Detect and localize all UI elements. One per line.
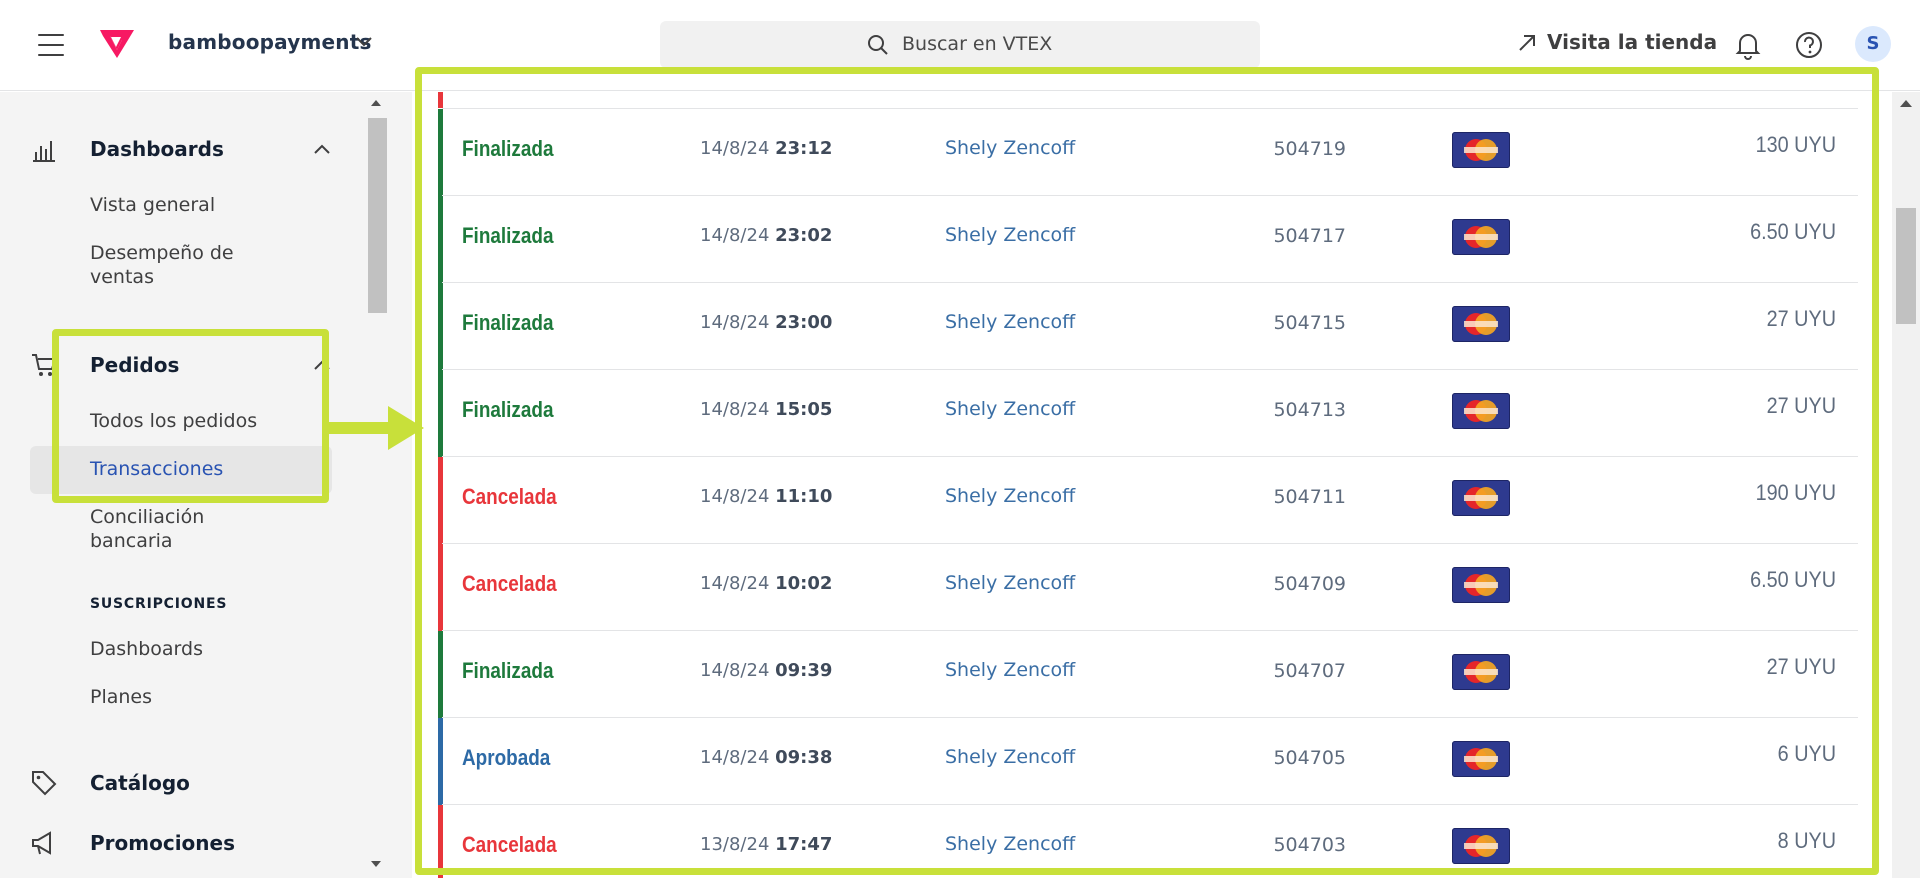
sidebar-item-desempeno[interactable]: Desempeño de [90,241,234,265]
sidebar-item-desempeno-line2[interactable]: ventas [90,265,154,289]
user-avatar[interactable]: S [1855,26,1891,62]
external-link-arrow-icon [1519,35,1535,51]
chevron-up-icon[interactable] [312,142,332,156]
annotation-arrow-icon [326,406,424,450]
sidebar-item-planes[interactable]: Planes [90,685,152,709]
sidebar-scrollbar-thumb[interactable] [368,118,387,313]
main-scrollbar-thumb[interactable] [1896,208,1916,324]
sidebar-section-catalogo[interactable]: Catálogo [90,771,190,795]
sidebar-item-conciliacion-line2[interactable]: bancaria [90,529,173,553]
sidebar-section-dashboards[interactable]: Dashboards [90,137,224,161]
highlight-box-table [415,67,1879,875]
vtex-logo-icon[interactable] [98,28,136,60]
sidebar-item-vista-general[interactable]: Vista general [90,193,215,217]
tag-icon [32,771,57,796]
chevron-down-icon[interactable] [354,35,374,49]
sidebar-caption-suscripciones: SUSCRIPCIONES [90,596,228,612]
sidebar-section-promociones[interactable]: Promociones [90,831,235,855]
highlight-box-sidebar [52,329,329,503]
scroll-up-arrow-icon[interactable] [371,100,381,106]
search-bar[interactable]: Buscar en VTEX [660,21,1260,68]
search-icon [868,35,888,55]
content-gutter [388,92,412,878]
bar-chart-icon [33,141,55,162]
notifications-bell-icon[interactable] [1734,30,1762,60]
scroll-up-arrow-icon[interactable] [1900,100,1912,107]
scroll-down-arrow-icon[interactable] [371,861,381,867]
help-icon[interactable] [1794,30,1824,60]
menu-icon[interactable] [38,34,64,56]
account-name[interactable]: bamboopayments [168,30,372,54]
megaphone-icon [32,831,51,855]
search-placeholder: Buscar en VTEX [902,33,1053,55]
visit-store-label: Visita la tienda [1547,30,1718,54]
sidebar-item-suscripciones-dashboards[interactable]: Dashboards [90,637,203,661]
sidebar-item-conciliacion[interactable]: Conciliación [90,505,204,529]
